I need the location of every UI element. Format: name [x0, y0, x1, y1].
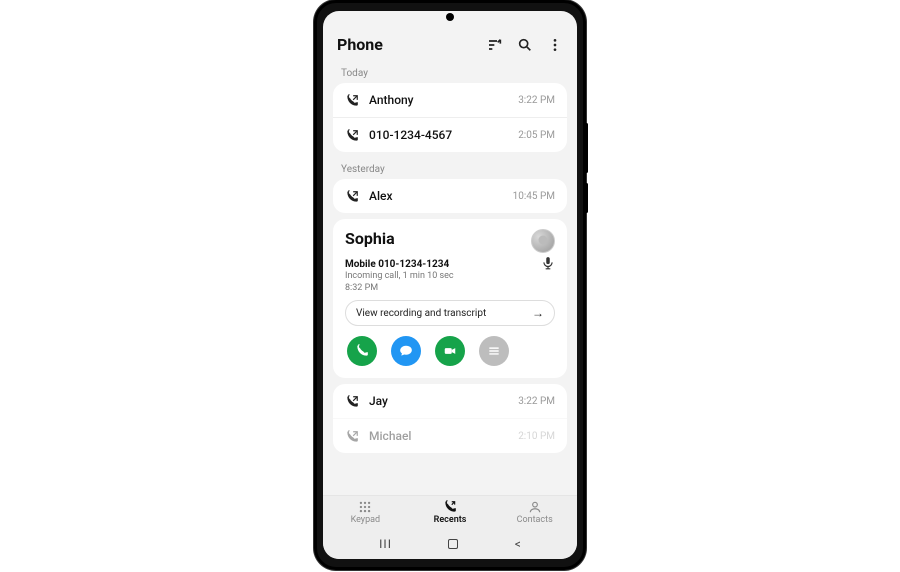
- call-actions: [345, 336, 555, 366]
- call-row[interactable]: Anthony 3:22 PM: [333, 83, 567, 117]
- call-row[interactable]: 010-1234-4567 2:05 PM: [333, 117, 567, 152]
- device-frame: Phone Today Anthony: [314, 0, 586, 570]
- tab-label: Keypad: [351, 515, 381, 525]
- outgoing-call-icon: [345, 189, 359, 203]
- call-name: Michael: [369, 429, 508, 443]
- view-transcript-button[interactable]: View recording and transcript →: [345, 300, 555, 326]
- call-detail-card: Sophia Mobile 010-1234-1234 Incoming cal…: [333, 219, 567, 378]
- call-time: 10:45 PM: [513, 191, 555, 202]
- search-icon[interactable]: [517, 37, 533, 53]
- video-call-button[interactable]: [435, 336, 465, 366]
- call-row[interactable]: Jay 3:22 PM: [333, 384, 567, 418]
- call-name: 010-1234-4567: [369, 128, 508, 142]
- appbar: Phone: [323, 29, 577, 62]
- detail-call-meta: Incoming call, 1 min 10 sec: [345, 270, 533, 282]
- page-title: Phone: [337, 35, 487, 54]
- call-time: 2:10 PM: [518, 431, 555, 442]
- front-camera: [446, 13, 454, 21]
- detail-number-label: Mobile 010-1234-1234: [345, 259, 533, 270]
- tab-label: Contacts: [517, 515, 553, 525]
- recent-apps-button[interactable]: III: [379, 537, 392, 551]
- call-button[interactable]: [347, 336, 377, 366]
- screen: Phone Today Anthony: [323, 11, 577, 559]
- home-button[interactable]: [448, 539, 458, 549]
- section-label: Today: [323, 62, 577, 83]
- section-label: Yesterday: [323, 158, 577, 179]
- call-log-scroll[interactable]: Today Anthony 3:22 PM 010-1234-4567 2:05…: [323, 62, 577, 495]
- call-time: 2:05 PM: [518, 130, 555, 141]
- call-row[interactable]: Alex 10:45 PM: [333, 179, 567, 213]
- side-button-volume: [585, 123, 588, 173]
- section-card-after: Jay 3:22 PM Michael 2:10 PM: [333, 384, 567, 453]
- microphone-icon: [541, 255, 555, 269]
- avatar[interactable]: [531, 229, 555, 253]
- section-card-yesterday: Alex 10:45 PM: [333, 179, 567, 213]
- side-button-power: [585, 183, 588, 213]
- back-button[interactable]: <: [515, 537, 521, 551]
- outgoing-call-icon: [345, 93, 359, 107]
- system-nav-bar: III <: [323, 529, 577, 559]
- message-button[interactable]: [391, 336, 421, 366]
- arrow-right-icon: →: [532, 306, 544, 320]
- details-button[interactable]: [479, 336, 509, 366]
- call-time: 3:22 PM: [518, 95, 555, 106]
- outgoing-call-icon: [345, 429, 359, 443]
- tab-recents[interactable]: Recents: [408, 500, 493, 525]
- tab-label: Recents: [434, 515, 467, 525]
- filter-icon[interactable]: [487, 37, 503, 53]
- detail-contact-name: Sophia: [345, 229, 523, 248]
- appbar-actions: [487, 37, 563, 53]
- tab-keypad[interactable]: Keypad: [323, 500, 408, 525]
- outgoing-call-icon: [345, 128, 359, 142]
- call-name: Alex: [369, 189, 503, 203]
- call-name: Anthony: [369, 93, 508, 107]
- call-time: 3:22 PM: [518, 396, 555, 407]
- call-name: Jay: [369, 394, 508, 408]
- tab-contacts[interactable]: Contacts: [492, 500, 577, 525]
- section-card-today: Anthony 3:22 PM 010-1234-4567 2:05 PM: [333, 83, 567, 152]
- bottom-tab-bar: Keypad Recents Contacts: [323, 495, 577, 529]
- detail-call-when: 8:32 PM: [345, 282, 533, 294]
- call-row[interactable]: Michael 2:10 PM: [333, 418, 567, 453]
- view-transcript-label: View recording and transcript: [356, 308, 532, 319]
- outgoing-call-icon: [345, 394, 359, 408]
- more-icon[interactable]: [547, 37, 563, 53]
